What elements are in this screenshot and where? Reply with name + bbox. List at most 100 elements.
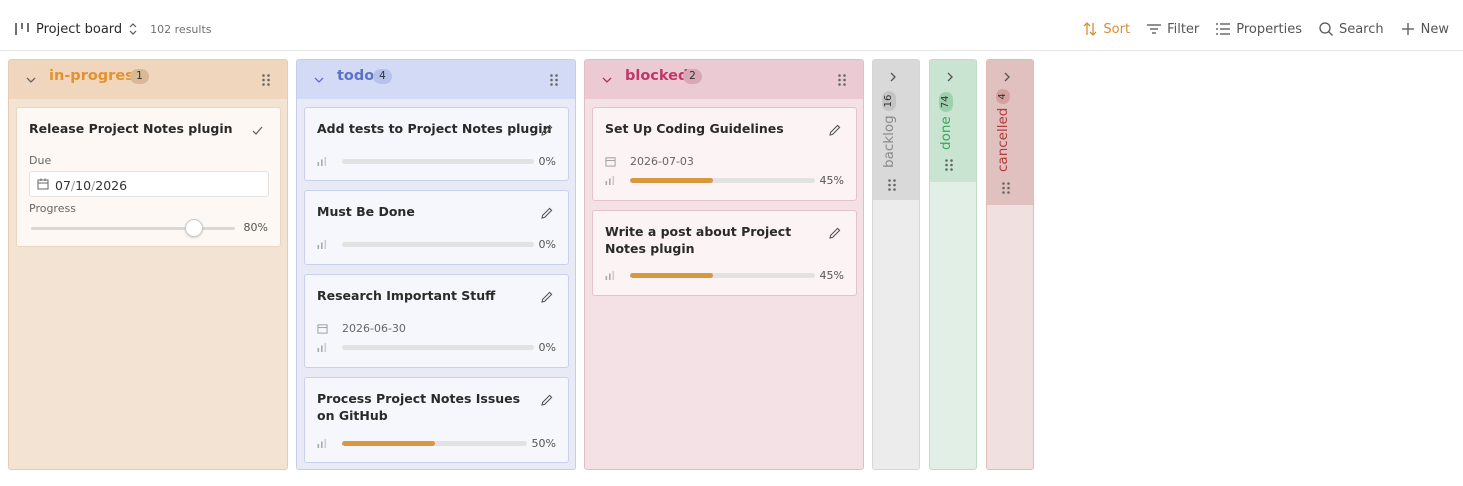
column-title: backlog (881, 115, 897, 168)
bar-chart-icon (605, 176, 615, 185)
progress-value: 45% (819, 174, 844, 187)
progress-value: 0% (538, 238, 556, 251)
card-research-important-stuff[interactable]: Research Important Stuff 2026-06-30 0% (304, 274, 569, 368)
column-in-progress: in-progress 1 Release Project Notes plug… (8, 59, 288, 470)
results-count: 102 results (150, 22, 212, 36)
plus-icon (1401, 23, 1414, 35)
column-backlog-collapsed[interactable]: backlog 16 (872, 59, 920, 470)
view-name[interactable]: Project board (36, 22, 122, 37)
progress-value: 80% (243, 221, 268, 234)
card-add-tests[interactable]: Add tests to Project Notes plugin 0% (304, 107, 569, 181)
column-cancelled-collapsed[interactable]: cancelled 4 (986, 59, 1034, 470)
bar-chart-icon (317, 439, 327, 448)
card-coding-guidelines[interactable]: Set Up Coding Guidelines 2026-07-03 45% (592, 107, 857, 201)
column-count: 4 (996, 89, 1010, 104)
new-button[interactable]: New (1400, 21, 1449, 37)
bar-chart-icon (605, 271, 615, 280)
card-must-be-done[interactable]: Must Be Done 0% (304, 190, 569, 265)
check-icon[interactable] (251, 124, 264, 137)
properties-button[interactable]: Properties (1215, 21, 1302, 37)
column-done-collapsed[interactable]: done 74 (929, 59, 977, 470)
progress-value: 45% (819, 269, 844, 282)
pencil-icon[interactable] (540, 206, 554, 220)
column-count: 2 (683, 69, 702, 84)
progress-row: 0% (317, 341, 556, 354)
card-title: Must Be Done (317, 204, 415, 219)
filter-button[interactable]: Filter (1146, 21, 1199, 37)
chevron-updown-icon[interactable] (128, 22, 138, 36)
progress-slider-thumb[interactable] (185, 219, 204, 237)
calendar-icon (37, 178, 49, 190)
date-row: 2026-06-30 (317, 322, 406, 335)
chevron-right-icon[interactable] (944, 71, 956, 83)
progress-label: Progress (29, 202, 76, 215)
chevron-down-icon[interactable] (313, 74, 325, 86)
card-title: Add tests to Project Notes plugin (317, 121, 552, 136)
card-write-post[interactable]: Write a post about Project Notes plugin … (592, 210, 857, 296)
column-count: 16 (882, 90, 896, 112)
date-row: 2026-07-03 (605, 155, 694, 168)
progress-slider-track[interactable] (31, 227, 235, 230)
due-label: Due (29, 154, 52, 167)
column-header: todo 4 (297, 60, 575, 99)
column-count: 1 (130, 69, 149, 84)
progress-fill (630, 178, 714, 183)
bar-chart-icon (317, 343, 327, 352)
progress-row: 0% (317, 238, 556, 251)
calendar-icon (317, 324, 328, 334)
properties-label: Properties (1236, 21, 1302, 37)
progress-fill (342, 441, 435, 446)
board-icon (15, 23, 29, 35)
card-release-project-notes[interactable]: Release Project Notes plugin Due 07/10/2… (16, 107, 281, 247)
chevron-down-icon[interactable] (601, 74, 613, 86)
pencil-icon[interactable] (540, 290, 554, 304)
drag-handle-icon[interactable] (887, 178, 897, 192)
drag-handle-icon[interactable] (944, 158, 954, 172)
filter-label: Filter (1167, 21, 1200, 37)
progress-bar (342, 345, 534, 350)
drag-handle-icon[interactable] (837, 73, 847, 87)
search-icon (1319, 22, 1333, 36)
progress-bar (630, 273, 815, 278)
pencil-icon[interactable] (540, 393, 554, 407)
drag-handle-icon[interactable] (1001, 181, 1011, 195)
due-date-value: 07/10/2026 (55, 178, 128, 193)
column-title: todo (337, 68, 375, 84)
drag-handle-icon[interactable] (549, 73, 559, 87)
column-count: 74 (939, 91, 953, 113)
due-date-input[interactable]: 07/10/2026 (29, 171, 269, 197)
column-title: done (938, 116, 954, 150)
progress-row: 45% (605, 269, 844, 282)
column-header: in-progress 1 (9, 60, 287, 99)
drag-handle-icon[interactable] (261, 73, 271, 87)
card-process-issues[interactable]: Process Project Notes Issues on GitHub 5… (304, 377, 569, 463)
card-title: Process Project Notes Issues on GitHub (317, 391, 521, 423)
sort-button[interactable]: Sort (1082, 21, 1130, 37)
new-label: New (1420, 21, 1449, 37)
search-button[interactable]: Search (1318, 21, 1384, 37)
progress-value: 0% (538, 155, 556, 168)
card-date: 2026-06-30 (342, 322, 406, 335)
column-count: 4 (373, 69, 392, 84)
card-title: Research Important Stuff (317, 288, 496, 303)
pencil-icon[interactable] (828, 226, 842, 240)
chevron-right-icon[interactable] (1001, 71, 1013, 83)
pencil-icon[interactable] (540, 123, 554, 137)
column-todo: todo 4 Add tests to Project Notes plugin… (296, 59, 576, 470)
card-title: Set Up Coding Guidelines (605, 121, 784, 136)
progress-row: 45% (605, 174, 844, 187)
chevron-down-icon[interactable] (25, 74, 37, 86)
list-icon (1216, 23, 1231, 35)
progress-value: 50% (531, 437, 556, 450)
progress-row: 0% (317, 155, 556, 168)
calendar-icon (605, 157, 616, 167)
chevron-right-icon[interactable] (887, 71, 899, 83)
pencil-icon[interactable] (828, 123, 842, 137)
progress-bar (342, 159, 534, 164)
progress-bar (630, 178, 815, 183)
view-switcher[interactable]: Project board 102 results (14, 19, 212, 39)
progress-value: 0% (538, 341, 556, 354)
progress-bar (342, 242, 534, 247)
search-label: Search (1338, 21, 1384, 37)
column-blocked: blocked 2 Set Up Coding Guidelines 2026-… (584, 59, 864, 470)
